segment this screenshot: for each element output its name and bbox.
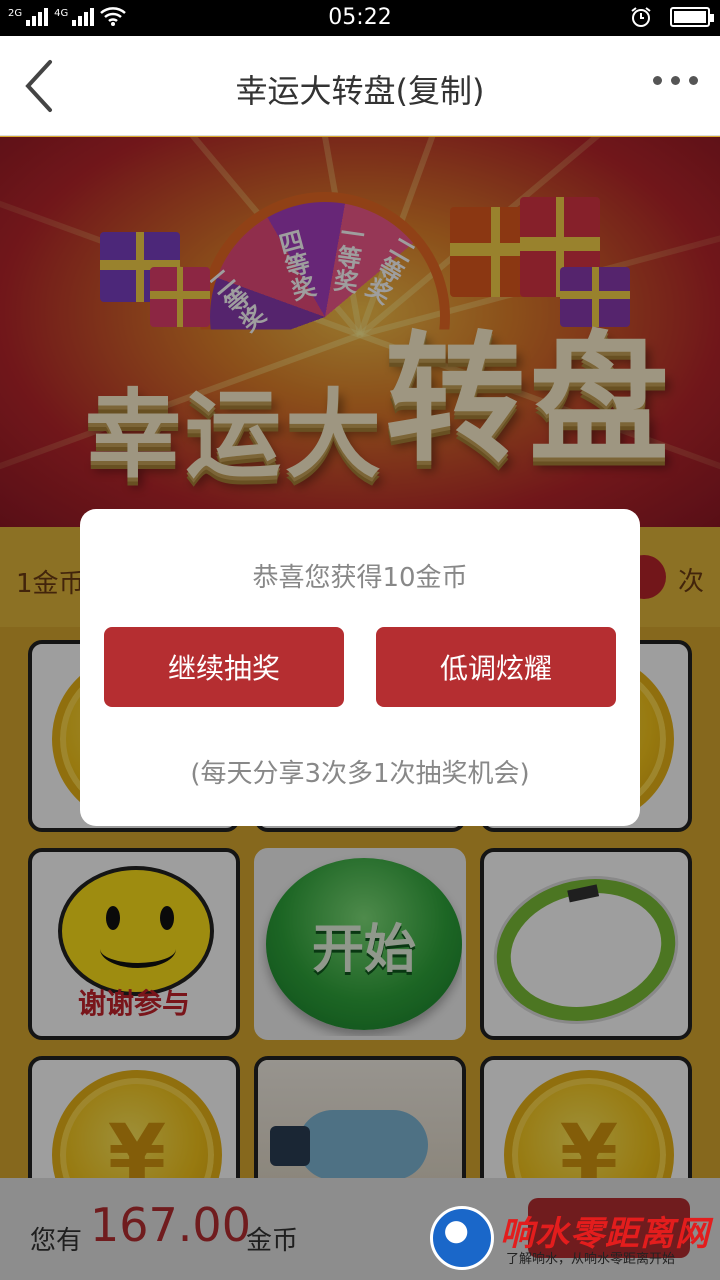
more-dots-icon[interactable] [653,76,698,85]
nav-bar: 幸运大转盘(复制) [0,36,720,136]
result-message: 恭喜您获得10金币 [252,563,468,593]
watermark: 响水零距离网 了解响水，从响水零距离开始 [430,1206,720,1280]
status-time: 05:22 [328,5,392,30]
watermark-subtitle: 了解响水，从响水零距离开始 [506,1252,676,1267]
alarm-icon [631,7,651,27]
share-button[interactable]: 低调炫耀 [376,627,616,707]
battery-icon [670,7,714,27]
watermark-logo-icon [430,1206,494,1270]
share-note: (每天分享3次多1次抽奖机会) [190,759,530,789]
continue-draw-button[interactable]: 继续抽奖 [104,627,344,707]
status-bar: 2G 4G 05:22 [0,0,720,36]
result-dialog: 恭喜您获得10金币 继续抽奖 低调炫耀 (每天分享3次多1次抽奖机会) [80,509,640,826]
page-title: 幸运大转盘(复制) [235,72,485,110]
